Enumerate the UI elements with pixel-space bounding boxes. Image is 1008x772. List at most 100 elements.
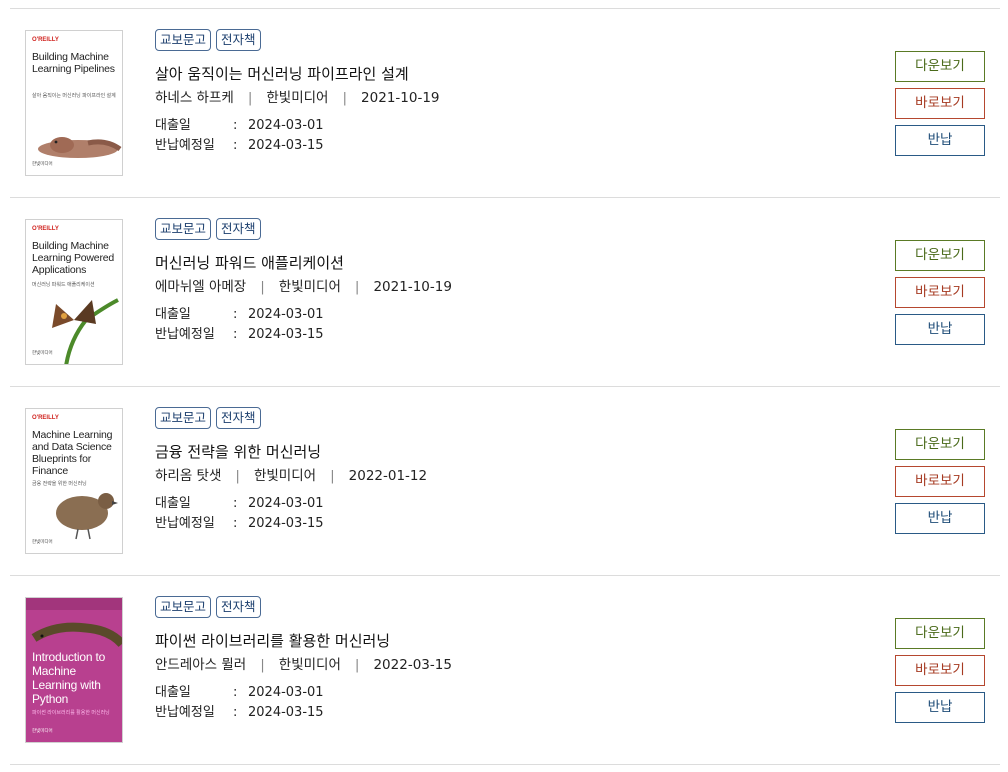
download-button[interactable]: 다운보기	[895, 618, 985, 649]
loan-dates: 대출일:2024-03-01 반납예정일:2024-03-15	[155, 305, 324, 345]
colon: :	[233, 307, 238, 322]
download-button[interactable]: 다운보기	[895, 51, 985, 82]
publisher: 한빛미디어	[278, 279, 341, 295]
download-button[interactable]: 다운보기	[895, 240, 985, 271]
colon: :	[233, 516, 238, 531]
separator: |	[235, 468, 240, 484]
publish-date: 2022-03-15	[373, 657, 452, 673]
cover-title: Introduction to Machine Learning with Py…	[32, 650, 106, 706]
cover-subtitle: 금융 전략을 위한 머신러닝	[32, 481, 87, 487]
list-item: O'REILLY Building Machine Learning Power…	[10, 198, 1000, 387]
due-date-value: 2024-03-15	[248, 705, 324, 720]
format-badge: 전자책	[216, 218, 261, 240]
book-title[interactable]: 금융 전략을 위한 머신러닝	[155, 441, 321, 462]
cover-subtitle: 살아 움직이는 머신러닝 파이프라인 설계	[32, 93, 116, 99]
book-title[interactable]: 살아 움직이는 머신러닝 파이프라인 설계	[155, 63, 409, 84]
cover-title: Machine Learning and Data Science Bluepr…	[32, 429, 113, 477]
cover-footer: 한빛미디어	[32, 350, 53, 355]
cover-footer: 한빛미디어	[32, 728, 53, 733]
read-now-button[interactable]: 바로보기	[895, 88, 985, 119]
due-date-label: 반납예정일	[155, 138, 215, 153]
store-badge: 교보문고	[155, 29, 212, 51]
colon: :	[233, 496, 238, 511]
due-date-value: 2024-03-15	[248, 138, 324, 153]
loan-date-label: 대출일	[155, 307, 191, 322]
cover-publisher-logo: O'REILLY	[32, 37, 59, 43]
book-cover[interactable]: Introduction to Machine Learning with Py…	[25, 597, 123, 743]
action-buttons: 다운보기 바로보기 반납	[895, 51, 985, 162]
separator: |	[354, 657, 360, 673]
action-buttons: 다운보기 바로보기 반납	[895, 240, 985, 351]
list-item: O'REILLY Building Machine Learning Pipel…	[10, 9, 1000, 198]
book-meta: 에마뉘엘 아메장 | 한빛미디어 | 2021-10-19	[155, 275, 452, 295]
badge-group: 교보문고 전자책	[155, 218, 261, 240]
cover-subtitle: 파이썬 라이브러리를 활용한 머신러닝	[32, 710, 110, 716]
badge-group: 교보문고 전자책	[155, 29, 261, 51]
return-button[interactable]: 반납	[895, 503, 985, 534]
list-item: O'REILLY Machine Learning and Data Scien…	[10, 387, 1000, 576]
publish-date: 2021-10-19	[373, 279, 452, 295]
list-item: Introduction to Machine Learning with Py…	[10, 576, 1000, 765]
author: 안드레아스 뮐러	[155, 657, 247, 673]
loan-date-value: 2024-03-01	[248, 307, 324, 322]
colon: :	[233, 327, 238, 342]
colon: :	[233, 138, 238, 153]
cover-footer: 한빛미디어	[32, 161, 53, 166]
return-button[interactable]: 반납	[895, 125, 985, 156]
book-meta: 안드레아스 뮐러 | 한빛미디어 | 2022-03-15	[155, 653, 452, 673]
action-buttons: 다운보기 바로보기 반납	[895, 429, 985, 540]
author: 하네스 하프케	[155, 90, 234, 106]
publisher: 한빛미디어	[266, 90, 329, 106]
due-date-label: 반납예정일	[155, 705, 215, 720]
colon: :	[233, 705, 238, 720]
cover-publisher-logo: O'REILLY	[32, 226, 59, 232]
due-date-value: 2024-03-15	[248, 516, 324, 531]
due-date-label: 반납예정일	[155, 516, 215, 531]
cover-subtitle: 머신러닝 파워드 애플리케이션	[32, 282, 95, 288]
download-button[interactable]: 다운보기	[895, 429, 985, 460]
book-meta: 하리옴 탓샛 | 한빛미디어 | 2022-01-12	[155, 464, 427, 484]
separator: |	[354, 279, 360, 295]
loan-date-label: 대출일	[155, 685, 191, 700]
cover-footer: 한빛미디어	[32, 539, 53, 544]
loan-dates: 대출일:2024-03-01 반납예정일:2024-03-15	[155, 494, 324, 534]
store-badge: 교보문고	[155, 218, 212, 240]
separator: |	[260, 657, 265, 673]
separator: |	[247, 90, 253, 106]
book-meta: 하네스 하프케 | 한빛미디어 | 2021-10-19	[155, 86, 440, 106]
action-buttons: 다운보기 바로보기 반납	[895, 618, 985, 729]
store-badge: 교보문고	[155, 407, 212, 429]
badge-group: 교보문고 전자책	[155, 407, 261, 429]
publish-date: 2021-10-19	[361, 90, 440, 106]
read-now-button[interactable]: 바로보기	[895, 655, 985, 686]
badge-group: 교보문고 전자책	[155, 596, 261, 618]
due-date-label: 반납예정일	[155, 327, 215, 342]
book-cover[interactable]: O'REILLY Building Machine Learning Pipel…	[25, 30, 123, 176]
return-button[interactable]: 반납	[895, 314, 985, 345]
loan-date-label: 대출일	[155, 118, 191, 133]
loan-date-value: 2024-03-01	[248, 118, 324, 133]
format-badge: 전자책	[216, 596, 261, 618]
loan-date-label: 대출일	[155, 496, 191, 511]
separator: |	[342, 90, 348, 106]
book-title[interactable]: 머신러닝 파워드 애플리케이션	[155, 252, 344, 273]
book-title[interactable]: 파이썬 라이브러리를 활용한 머신러닝	[155, 630, 390, 651]
separator: |	[260, 279, 265, 295]
loan-date-value: 2024-03-01	[248, 496, 324, 511]
author: 하리옴 탓샛	[155, 468, 222, 484]
book-cover[interactable]: O'REILLY Machine Learning and Data Scien…	[25, 408, 123, 554]
return-button[interactable]: 반납	[895, 692, 985, 723]
cover-title: Building Machine Learning Pipelines	[32, 51, 115, 75]
due-date-value: 2024-03-15	[248, 327, 324, 342]
cover-publisher-logo: O'REILLY	[32, 415, 59, 421]
store-badge: 교보문고	[155, 596, 212, 618]
author: 에마뉘엘 아메장	[155, 279, 247, 295]
format-badge: 전자책	[216, 29, 261, 51]
publish-date: 2022-01-12	[348, 468, 428, 484]
publisher: 한빛미디어	[278, 657, 341, 673]
loan-dates: 대출일:2024-03-01 반납예정일:2024-03-15	[155, 116, 324, 156]
read-now-button[interactable]: 바로보기	[895, 277, 985, 308]
format-badge: 전자책	[216, 407, 261, 429]
book-cover[interactable]: O'REILLY Building Machine Learning Power…	[25, 219, 123, 365]
read-now-button[interactable]: 바로보기	[895, 466, 985, 497]
